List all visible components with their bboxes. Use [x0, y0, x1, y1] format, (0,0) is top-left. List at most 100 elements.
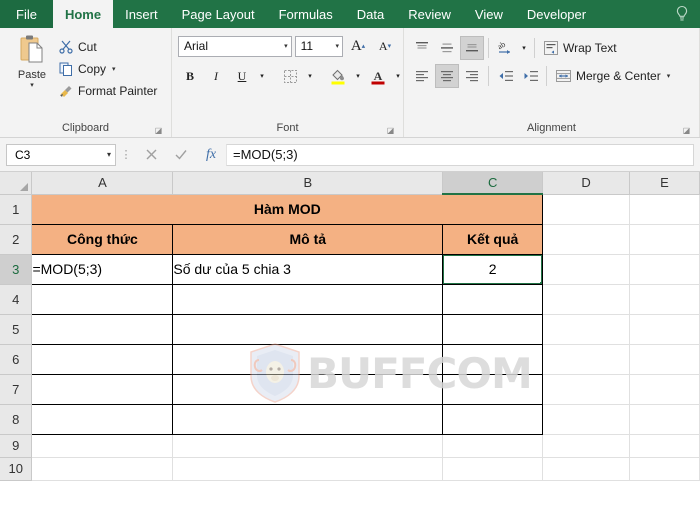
row-header-2[interactable]: 2: [0, 224, 33, 255]
cell-d8[interactable]: [542, 404, 631, 435]
row-header-7[interactable]: 7: [0, 374, 33, 405]
column-header-e[interactable]: E: [629, 172, 700, 195]
cell-d4[interactable]: [542, 284, 631, 315]
cell-a4[interactable]: [31, 283, 174, 315]
tab-page-layout[interactable]: Page Layout: [170, 0, 267, 28]
paste-dropdown-caret[interactable]: ▾: [30, 82, 34, 89]
merge-center-button[interactable]: Merge & Center ▾: [551, 64, 674, 88]
cell-c5[interactable]: [442, 313, 544, 345]
cell-a6[interactable]: [31, 343, 174, 375]
cell-b6[interactable]: [172, 343, 444, 375]
cell-b3[interactable]: Số dư của 5 chia 3: [172, 253, 444, 285]
orientation-dropdown-caret[interactable]: ▾: [518, 36, 530, 60]
row-header-6[interactable]: 6: [0, 344, 33, 375]
formula-bar-handle[interactable]: ⋮: [116, 148, 136, 161]
italic-button[interactable]: I: [204, 64, 228, 88]
shrink-font-button[interactable]: A ▾: [373, 34, 397, 58]
underline-button[interactable]: U: [230, 64, 254, 88]
increase-indent-button[interactable]: [518, 64, 542, 88]
cell-d5[interactable]: [542, 314, 631, 345]
cell-a1-merged-title[interactable]: Hàm MOD: [31, 193, 544, 225]
align-right-button[interactable]: [460, 64, 484, 88]
tab-data[interactable]: Data: [345, 0, 396, 28]
cancel-button[interactable]: [136, 144, 166, 166]
align-middle-button[interactable]: [435, 36, 459, 60]
cell-d3[interactable]: [542, 254, 631, 285]
cell-a5[interactable]: [31, 313, 174, 345]
bold-button[interactable]: B: [178, 64, 202, 88]
cell-d7[interactable]: [542, 374, 631, 405]
cell-e5[interactable]: [629, 314, 700, 345]
cell-b7[interactable]: [172, 373, 444, 405]
cell-a10[interactable]: [31, 457, 174, 481]
fill-color-button[interactable]: [326, 64, 350, 88]
fill-color-dropdown-caret[interactable]: ▾: [352, 64, 364, 88]
cell-b2[interactable]: Mô tả: [172, 223, 444, 255]
tab-insert[interactable]: Insert: [113, 0, 170, 28]
cell-e8[interactable]: [629, 404, 700, 435]
alignment-dialog-launcher[interactable]: ◪: [682, 126, 691, 135]
cell-e7[interactable]: [629, 374, 700, 405]
select-all-button[interactable]: [0, 172, 33, 195]
cell-d9[interactable]: [542, 434, 631, 458]
font-size-combo[interactable]: 11 ▾: [294, 35, 343, 57]
orientation-button[interactable]: ab: [493, 36, 517, 60]
cell-a7[interactable]: [31, 373, 174, 405]
cell-c3-selected[interactable]: 2: [442, 253, 544, 285]
insert-function-button[interactable]: fx: [196, 144, 226, 166]
cell-c8[interactable]: [442, 403, 544, 435]
row-header-9[interactable]: 9: [0, 434, 33, 458]
cell-e4[interactable]: [629, 284, 700, 315]
borders-button[interactable]: [278, 64, 302, 88]
row-header-10[interactable]: 10: [0, 457, 33, 481]
cell-a3[interactable]: =MOD(5;3): [31, 253, 174, 285]
font-name-combo[interactable]: Arial ▾: [178, 35, 292, 57]
grow-font-button[interactable]: A ▴: [346, 34, 370, 58]
cell-e9[interactable]: [629, 434, 700, 458]
cell-e3[interactable]: [629, 254, 700, 285]
column-header-a[interactable]: A: [31, 172, 174, 195]
clipboard-dialog-launcher[interactable]: ◪: [154, 126, 163, 135]
tab-file[interactable]: File: [0, 0, 53, 28]
tab-formulas[interactable]: Formulas: [267, 0, 345, 28]
font-color-button[interactable]: A: [366, 64, 390, 88]
cell-b9[interactable]: [172, 434, 444, 458]
paste-button[interactable]: Paste ▾: [6, 32, 58, 119]
tab-view[interactable]: View: [463, 0, 515, 28]
cell-e2[interactable]: [629, 224, 700, 255]
row-header-8[interactable]: 8: [0, 404, 33, 435]
copy-button[interactable]: Copy ▾: [58, 58, 165, 80]
format-painter-button[interactable]: Format Painter: [58, 80, 165, 102]
decrease-indent-button[interactable]: [493, 64, 517, 88]
column-header-b[interactable]: B: [172, 172, 444, 195]
cell-c2[interactable]: Kết quả: [442, 223, 544, 255]
row-header-1[interactable]: 1: [0, 194, 33, 225]
cell-c6[interactable]: [442, 343, 544, 375]
cell-c4[interactable]: [442, 283, 544, 315]
align-bottom-button[interactable]: [460, 35, 484, 60]
cell-a9[interactable]: [31, 434, 174, 458]
fill-handle[interactable]: [540, 281, 542, 283]
cell-e10[interactable]: [629, 457, 700, 481]
copy-dropdown-caret[interactable]: ▾: [112, 65, 116, 73]
row-header-3[interactable]: 3: [0, 254, 33, 285]
align-left-button[interactable]: [410, 64, 434, 88]
cell-c7[interactable]: [442, 373, 544, 405]
cell-d2[interactable]: [542, 224, 631, 255]
cell-d10[interactable]: [542, 457, 631, 481]
tell-me-button[interactable]: [668, 0, 696, 28]
font-color-dropdown-caret[interactable]: ▾: [392, 64, 404, 88]
cell-d1[interactable]: [542, 194, 631, 225]
cell-a8[interactable]: [31, 403, 174, 435]
align-top-button[interactable]: [410, 36, 434, 60]
font-dialog-launcher[interactable]: ◪: [386, 126, 395, 135]
tab-review[interactable]: Review: [396, 0, 463, 28]
wrap-text-button[interactable]: Wrap Text: [539, 36, 621, 60]
borders-dropdown-caret[interactable]: ▾: [304, 64, 316, 88]
column-header-c[interactable]: C: [442, 172, 544, 195]
cell-d6[interactable]: [542, 344, 631, 375]
cell-c10[interactable]: [442, 457, 544, 481]
row-header-4[interactable]: 4: [0, 284, 33, 315]
cell-e6[interactable]: [629, 344, 700, 375]
cell-a2[interactable]: Công thức: [31, 223, 174, 255]
